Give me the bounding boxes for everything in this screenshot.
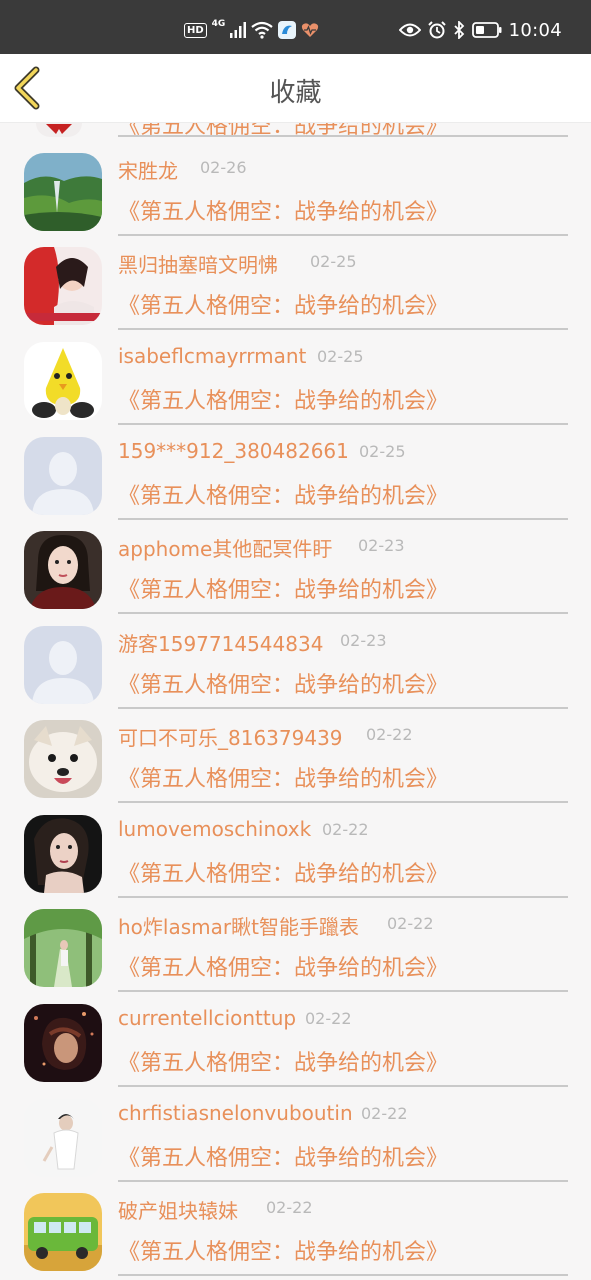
date: 02-22 [361, 1104, 408, 1123]
status-bar: HD 4G 10:04 [0, 0, 591, 54]
hd-badge: HD [184, 22, 207, 38]
list-item[interactable]: 破产姐块辕妹 02-22 《第五人格佣空：战争给的机会》 [0, 1183, 591, 1278]
avatar[interactable] [24, 342, 102, 420]
user-name: lumovemoschinoxk [118, 817, 312, 841]
user-name: 游客1597714544834 [118, 632, 324, 656]
avatar[interactable] [24, 1004, 102, 1082]
user-name: 破产姐块辕妹 [118, 1199, 238, 1223]
signal-icon [230, 22, 247, 38]
divider [118, 518, 568, 520]
book-title[interactable]: 《第五人格佣空：战争给的机会》 [118, 1045, 448, 1077]
avatar[interactable] [24, 531, 102, 609]
date: 02-22 [387, 914, 434, 933]
status-left-icons: HD 4G [184, 19, 319, 41]
divider [118, 234, 568, 236]
avatar[interactable] [24, 247, 102, 325]
user-name: ho炸lasmar瞅t智能手躐表 [118, 915, 359, 939]
divider [118, 328, 568, 330]
eye-icon [398, 23, 421, 37]
divider [118, 990, 568, 992]
user-name: currentellcionttup [118, 1006, 297, 1030]
date: 02-25 [317, 347, 364, 366]
battery-icon [471, 22, 502, 38]
date: 02-22 [322, 820, 369, 839]
status-right-icons: 10:04 [398, 18, 562, 42]
list-item[interactable]: currentellcionttup 02-22 《第五人格佣空：战争给的机会》 [0, 994, 591, 1089]
user-name: isabeflcmayrrmant [118, 344, 307, 368]
user-name: 宋胜龙 [118, 159, 178, 183]
health-icon [302, 23, 319, 37]
network-type: 4G [211, 19, 226, 29]
book-title[interactable]: 《第五人格佣空：战争给的机会》 [118, 667, 448, 699]
book-title[interactable]: 《第五人格佣空：战争给的机会》 [118, 383, 448, 415]
list-item[interactable]: lumovemoschinoxk 02-22 《第五人格佣空：战争给的机会》 [0, 805, 591, 900]
clock: 10:04 [508, 19, 562, 41]
date: 02-22 [266, 1198, 313, 1217]
user-name: 可口不可乐_816379439 [118, 726, 343, 750]
date: 02-25 [310, 252, 357, 271]
book-title[interactable]: 《第五人格佣空：战争给的机会》 [118, 288, 448, 320]
divider [118, 1274, 568, 1276]
date: 02-23 [340, 631, 387, 650]
alarm-icon [427, 21, 446, 39]
avatar[interactable] [24, 1193, 102, 1271]
divider [118, 423, 568, 425]
avatar[interactable] [24, 626, 102, 704]
wifi-icon [251, 21, 274, 39]
divider [118, 612, 568, 614]
page-title: 收藏 [269, 78, 322, 108]
list-item[interactable]: 159***912_380482661 02-25 《第五人格佣空：战争给的机会… [0, 427, 591, 522]
user-name: 黑归抽塞暗文明怫 [118, 253, 278, 277]
book-title[interactable]: 《第五人格佣空：战争给的机会》 [118, 1234, 448, 1266]
title-bar: 收藏 [0, 54, 591, 123]
avatar[interactable] [24, 815, 102, 893]
date: 02-23 [358, 536, 405, 555]
avatar[interactable] [24, 437, 102, 515]
list-item[interactable]: chrfistiasnelonvuboutin 02-22 《第五人格佣空：战争… [0, 1089, 591, 1184]
avatar[interactable] [24, 909, 102, 987]
list-item[interactable]: 黑归抽塞暗文明怫 02-25 《第五人格佣空：战争给的机会》 [0, 237, 591, 332]
list-item[interactable]: 宋胜龙 02-26 《第五人格佣空：战争给的机会》 [0, 143, 591, 238]
divider [118, 1180, 568, 1182]
divider [118, 896, 568, 898]
list-item[interactable]: apphome其他配冥件盱 02-23 《第五人格佣空：战争给的机会》 [0, 521, 591, 616]
bluetooth-icon [453, 21, 464, 39]
list-item[interactable]: 游客1597714544834 02-23 《第五人格佣空：战争给的机会》 [0, 616, 591, 711]
divider [118, 1085, 568, 1087]
date: 02-26 [200, 158, 247, 177]
divider [118, 801, 568, 803]
user-name: chrfistiasnelonvuboutin [118, 1101, 353, 1125]
list-item[interactable]: ho炸lasmar瞅t智能手躐表 02-22 《第五人格佣空：战争给的机会》 [0, 899, 591, 994]
divider [118, 135, 568, 137]
book-title[interactable]: 《第五人格佣空：战争给的机会》 [118, 572, 448, 604]
book-title[interactable]: 《第五人格佣空：战争给的机会》 [118, 1140, 448, 1172]
partial-list-item[interactable]: 《第五人格佣空：战争给的机会》 [0, 123, 591, 137]
avatar [36, 123, 82, 137]
avatar[interactable] [24, 1099, 102, 1177]
book-title[interactable]: 《第五人格佣空：战争给的机会》 [118, 194, 448, 226]
divider [118, 707, 568, 709]
book-title[interactable]: 《第五人格佣空：战争给的机会》 [118, 478, 448, 510]
list-item[interactable]: 可口不可乐_816379439 02-22 《第五人格佣空：战争给的机会》 [0, 710, 591, 805]
user-name: apphome其他配冥件盱 [118, 537, 333, 561]
list-item[interactable]: isabeflcmayrrmant 02-25 《第五人格佣空：战争给的机会》 [0, 332, 591, 427]
book-title[interactable]: 《第五人格佣空：战争给的机会》 [118, 950, 448, 982]
user-name: 159***912_380482661 [118, 439, 349, 463]
date: 02-22 [305, 1009, 352, 1028]
app-notification-icon [278, 21, 297, 39]
book-title[interactable]: 《第五人格佣空：战争给的机会》 [118, 856, 448, 888]
date: 02-22 [366, 725, 413, 744]
favorites-list[interactable]: 《第五人格佣空：战争给的机会》 宋胜龙 02-26 《第五人格佣空：战争给的机会… [0, 123, 591, 1280]
date: 02-25 [359, 442, 406, 461]
avatar[interactable] [24, 720, 102, 798]
book-title[interactable]: 《第五人格佣空：战争给的机会》 [118, 761, 448, 793]
avatar[interactable] [24, 153, 102, 231]
